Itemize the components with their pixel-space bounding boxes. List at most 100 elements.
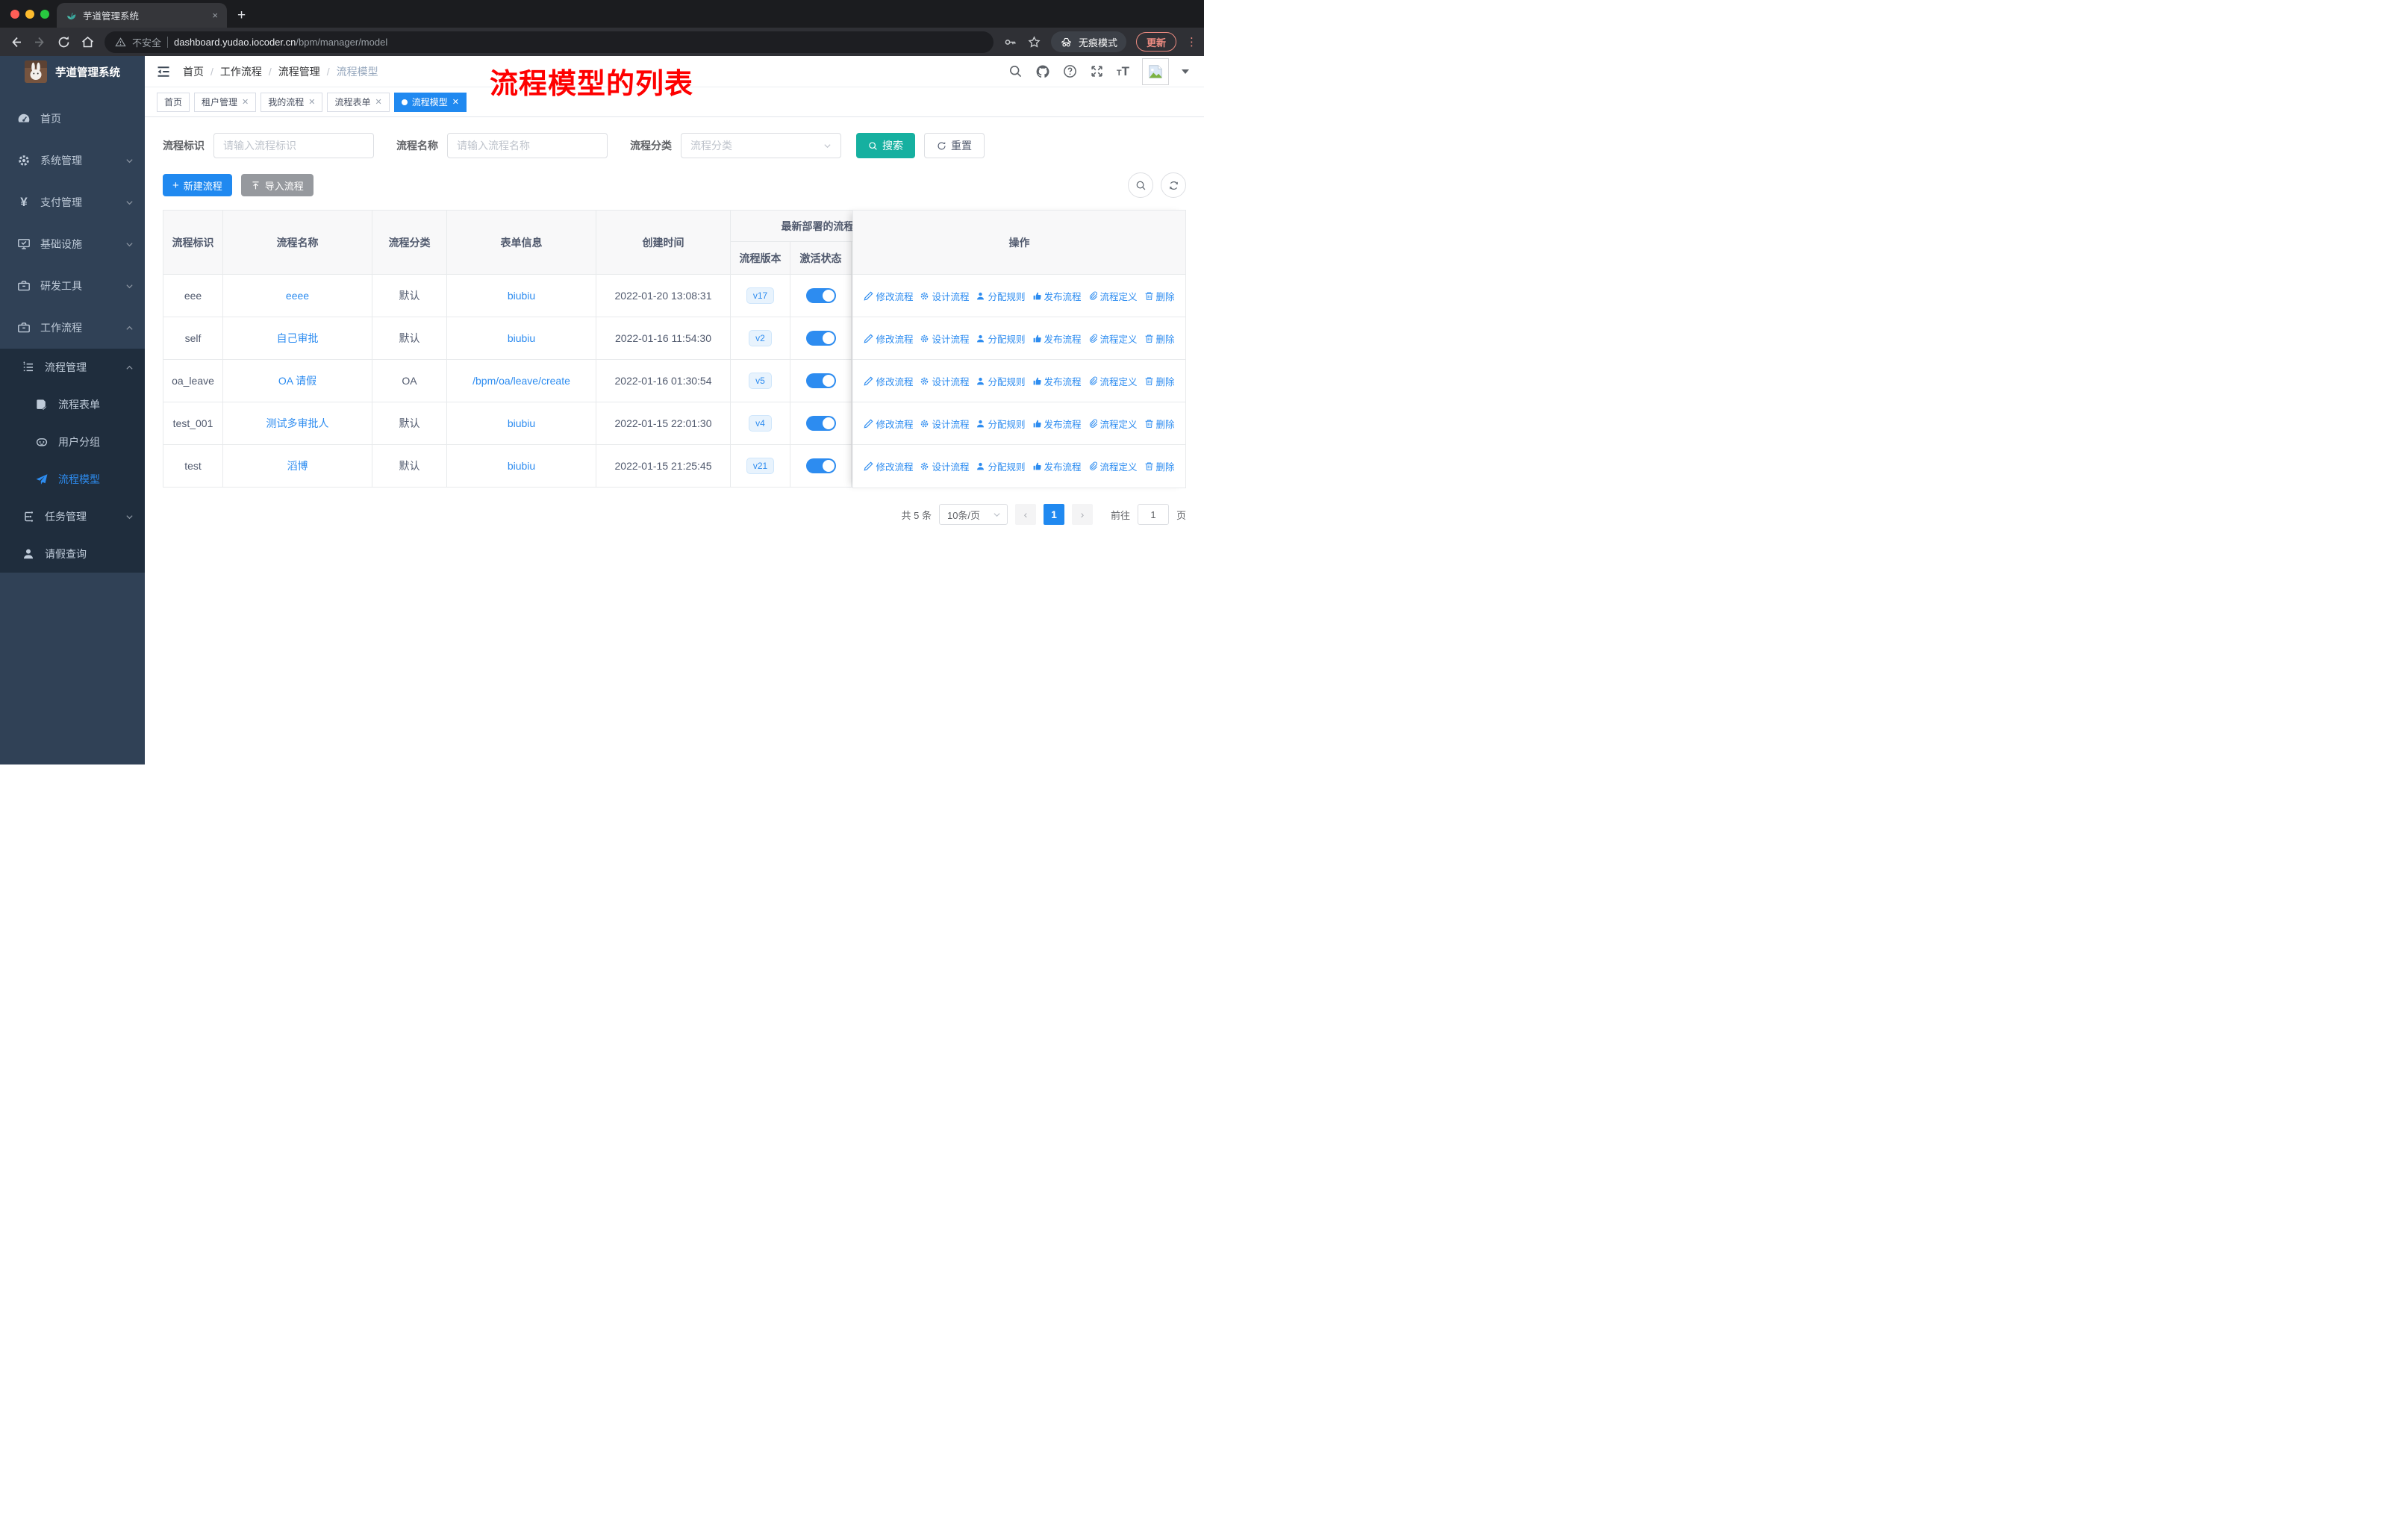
back-button[interactable]: [9, 35, 23, 49]
action-edit-link[interactable]: 修改流程: [864, 289, 913, 303]
app-logo[interactable]: 芋道管理系统: [0, 56, 145, 87]
search-icon[interactable]: [1008, 64, 1023, 78]
action-assign-link[interactable]: 分配规则: [976, 459, 1026, 473]
forward-button[interactable]: [33, 35, 47, 49]
reset-button[interactable]: 重置: [924, 133, 985, 158]
close-icon[interactable]: ✕: [375, 97, 382, 107]
tag-process-model[interactable]: 流程模型 ✕: [393, 92, 467, 112]
browser-menu-icon[interactable]: ⋮: [1186, 35, 1197, 49]
browser-tab[interactable]: 芋道管理系统 ×: [57, 3, 227, 28]
help-icon[interactable]: [1063, 64, 1077, 78]
action-publish-link[interactable]: 发布流程: [1032, 289, 1082, 303]
active-toggle[interactable]: [805, 458, 836, 473]
passwords-key-icon[interactable]: [1003, 35, 1017, 49]
github-icon[interactable]: [1035, 64, 1050, 79]
process-name-input[interactable]: [447, 133, 608, 158]
search-button[interactable]: 搜索: [856, 133, 915, 158]
action-publish-link[interactable]: 发布流程: [1032, 459, 1082, 473]
refresh-table-button[interactable]: [1161, 172, 1186, 198]
action-definition-link[interactable]: 流程定义: [1088, 331, 1138, 346]
sidebar-item-process-form[interactable]: 流程表单: [0, 386, 145, 423]
form-link[interactable]: biubiu: [508, 460, 535, 472]
reload-button[interactable]: [57, 35, 71, 49]
process-name-link[interactable]: 自己审批: [277, 332, 319, 344]
sidebar-item-workflow[interactable]: 工作流程: [0, 307, 145, 349]
tag-my-process[interactable]: 我的流程 ✕: [261, 92, 323, 112]
close-icon[interactable]: ✕: [452, 97, 459, 107]
security-label[interactable]: 不安全: [132, 35, 161, 49]
sidebar-item-devtools[interactable]: 研发工具: [0, 265, 145, 307]
action-assign-link[interactable]: 分配规则: [976, 331, 1026, 346]
action-design-link[interactable]: 设计流程: [920, 374, 969, 388]
breadcrumb-home[interactable]: 首页: [183, 64, 204, 79]
action-publish-link[interactable]: 发布流程: [1032, 331, 1082, 346]
breadcrumb-process-management[interactable]: 流程管理: [278, 64, 320, 79]
action-definition-link[interactable]: 流程定义: [1088, 374, 1138, 388]
import-process-button[interactable]: 导入流程: [240, 174, 314, 196]
action-design-link[interactable]: 设计流程: [920, 331, 969, 346]
next-page-button[interactable]: ›: [1071, 504, 1093, 525]
active-toggle[interactable]: [805, 416, 836, 431]
avatar[interactable]: [1142, 57, 1169, 85]
process-name-link[interactable]: eeee: [286, 290, 309, 302]
url-text[interactable]: dashboard.yudao.iocoder.cn/bpm/manager/m…: [174, 37, 387, 48]
form-link[interactable]: biubiu: [508, 290, 535, 302]
sidebar-item-payment[interactable]: ¥ 支付管理: [0, 181, 145, 223]
window-controls[interactable]: [10, 10, 49, 19]
tag-process-form[interactable]: 流程表单 ✕: [327, 92, 390, 112]
close-icon[interactable]: ✕: [242, 97, 249, 107]
sidebar-item-leave-query[interactable]: 请假查询: [0, 535, 145, 573]
action-definition-link[interactable]: 流程定义: [1088, 417, 1138, 431]
font-size-icon[interactable]: TT: [1117, 65, 1129, 78]
action-design-link[interactable]: 设计流程: [920, 289, 969, 303]
page-1-button[interactable]: 1: [1043, 504, 1064, 525]
process-id-input[interactable]: [213, 133, 374, 158]
fullscreen-icon[interactable]: [1090, 64, 1104, 78]
tag-tenant[interactable]: 租户管理 ✕: [194, 92, 257, 112]
action-edit-link[interactable]: 修改流程: [864, 459, 913, 473]
active-toggle[interactable]: [805, 331, 836, 346]
action-delete-link[interactable]: 删除: [1144, 331, 1175, 346]
sidebar-item-home[interactable]: 首页: [0, 98, 145, 140]
action-delete-link[interactable]: 删除: [1144, 289, 1175, 303]
form-link[interactable]: biubiu: [508, 417, 535, 429]
form-link[interactable]: /bpm/oa/leave/create: [472, 375, 570, 387]
sidebar-item-process-management[interactable]: 流程管理: [0, 349, 145, 386]
action-edit-link[interactable]: 修改流程: [864, 374, 913, 388]
action-assign-link[interactable]: 分配规则: [976, 374, 1026, 388]
action-delete-link[interactable]: 删除: [1144, 374, 1175, 388]
tag-home[interactable]: 首页: [157, 92, 190, 112]
close-icon[interactable]: ✕: [308, 97, 315, 107]
category-select[interactable]: 流程分类: [681, 133, 841, 158]
action-publish-link[interactable]: 发布流程: [1032, 374, 1082, 388]
sidebar-item-task-management[interactable]: 任务管理: [0, 498, 145, 535]
goto-page-input[interactable]: [1137, 504, 1169, 525]
process-name-link[interactable]: OA 请假: [278, 375, 316, 387]
incognito-chip[interactable]: 无痕模式: [1050, 31, 1126, 52]
action-edit-link[interactable]: 修改流程: [864, 331, 913, 346]
action-assign-link[interactable]: 分配规则: [976, 417, 1026, 431]
create-process-button[interactable]: + 新建流程: [163, 174, 232, 196]
form-link[interactable]: biubiu: [508, 332, 535, 344]
bookmark-star-icon[interactable]: [1027, 35, 1041, 49]
address-bar[interactable]: 不安全 dashboard.yudao.iocoder.cn/bpm/manag…: [105, 31, 994, 53]
update-button[interactable]: 更新: [1135, 32, 1176, 52]
sidebar-collapse-icon[interactable]: [156, 64, 171, 79]
breadcrumb-workflow[interactable]: 工作流程: [220, 64, 262, 79]
tab-close-icon[interactable]: ×: [212, 10, 218, 21]
sidebar-item-system[interactable]: 系统管理: [0, 140, 145, 181]
action-assign-link[interactable]: 分配规则: [976, 289, 1026, 303]
close-window-button[interactable]: [10, 10, 19, 19]
active-toggle[interactable]: [805, 373, 836, 388]
minimize-window-button[interactable]: [25, 10, 34, 19]
prev-page-button[interactable]: ‹: [1014, 504, 1036, 525]
action-design-link[interactable]: 设计流程: [920, 417, 969, 431]
process-name-link[interactable]: 测试多审批人: [266, 417, 329, 429]
action-publish-link[interactable]: 发布流程: [1032, 417, 1082, 431]
sidebar-item-user-group[interactable]: 用户分组: [0, 423, 145, 461]
action-edit-link[interactable]: 修改流程: [864, 417, 913, 431]
home-button[interactable]: [81, 35, 95, 49]
new-tab-button[interactable]: +: [237, 8, 246, 22]
process-name-link[interactable]: 滔博: [287, 460, 308, 472]
action-delete-link[interactable]: 删除: [1144, 417, 1175, 431]
